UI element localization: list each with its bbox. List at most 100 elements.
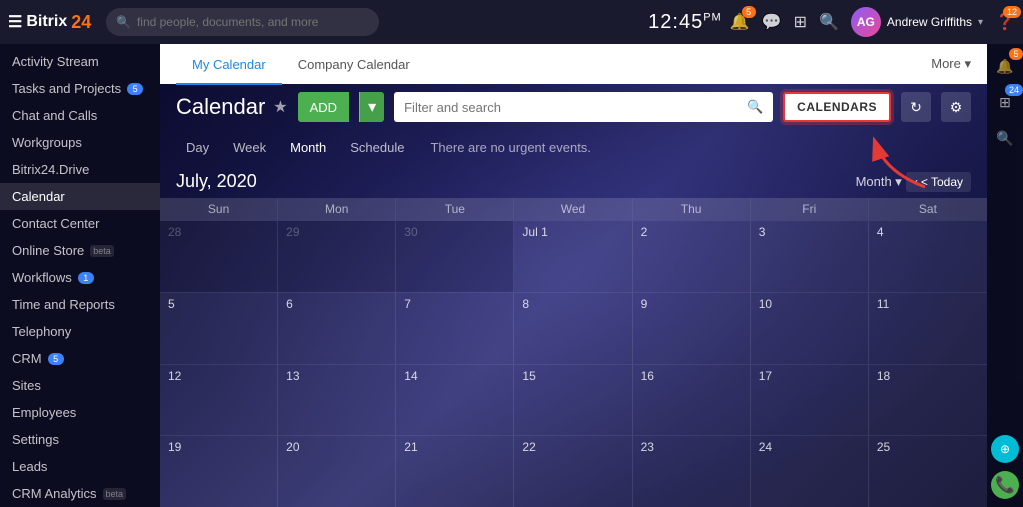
cal-cell[interactable]: 13: [278, 365, 396, 436]
sidebar-item-workgroups[interactable]: Workgroups: [0, 129, 160, 156]
view-week[interactable]: Week: [223, 136, 276, 159]
cal-cell[interactable]: 9: [633, 293, 751, 364]
cal-cell[interactable]: 19: [160, 436, 278, 507]
month-select[interactable]: Month ▾: [856, 174, 902, 190]
cal-cell[interactable]: 8: [514, 293, 632, 364]
cal-cell[interactable]: 14: [396, 365, 514, 436]
help-icon[interactable]: ❓ 12: [995, 12, 1015, 32]
filter-input[interactable]: [404, 100, 741, 115]
cal-cell[interactable]: 7: [396, 293, 514, 364]
cal-cell[interactable]: 29: [278, 221, 396, 292]
sidebar-item-workflows[interactable]: Workflows 1: [0, 264, 160, 291]
global-search[interactable]: 🔍: [106, 8, 379, 36]
sidebar-item-bitrix24.drive[interactable]: Bitrix24.Drive: [0, 156, 160, 183]
sidebar-item-chat-and-calls[interactable]: Chat and Calls: [0, 102, 160, 129]
cal-cell[interactable]: 20: [278, 436, 396, 507]
tab-my-calendar[interactable]: My Calendar: [176, 45, 282, 85]
bell-icon[interactable]: 🔔 5: [730, 12, 750, 32]
star-icon[interactable]: ★: [273, 97, 287, 117]
tab-company-calendar[interactable]: Company Calendar: [282, 45, 426, 85]
filter-search-bar[interactable]: 🔍: [394, 92, 773, 122]
cal-cell[interactable]: 2: [633, 221, 751, 292]
hamburger-icon[interactable]: ☰: [8, 12, 22, 32]
right-search-icon[interactable]: 🔍: [991, 124, 1019, 152]
sidebar-item-sites[interactable]: Sites: [0, 372, 160, 399]
cal-cell[interactable]: 28: [160, 221, 278, 292]
cal-cell[interactable]: 18: [869, 365, 987, 436]
week-2: 12 131415 16 17 18: [160, 364, 987, 436]
right-green-button[interactable]: 📞: [991, 471, 1019, 499]
grid-icon[interactable]: ⊞: [794, 12, 807, 32]
cal-cell[interactable]: 24: [751, 436, 869, 507]
sidebar-label: Workgroups: [12, 135, 82, 150]
day-number: 23: [641, 440, 654, 454]
right-teal-button[interactable]: ⊕: [991, 435, 1019, 463]
cal-cell[interactable]: 4: [869, 221, 987, 292]
cal-cell[interactable]: 10: [751, 293, 869, 364]
view-schedule[interactable]: Schedule: [340, 136, 414, 159]
calendar-title: Calendar ★: [176, 94, 288, 120]
right-bitrix-badge: 24: [1005, 84, 1023, 96]
add-dropdown[interactable]: ▾: [359, 92, 384, 122]
cal-cell[interactable]: 11: [869, 293, 987, 364]
settings-button[interactable]: ⚙: [941, 92, 971, 122]
search-global-icon[interactable]: 🔍: [819, 12, 839, 32]
days-header: SunMonTueWedThuFriSat: [160, 198, 987, 220]
day-number: 12: [168, 369, 181, 383]
cal-cell[interactable]: 25: [869, 436, 987, 507]
day-number: 4: [877, 225, 884, 239]
sidebar-label: Bitrix24.Drive: [12, 162, 89, 177]
cal-cell[interactable]: 16: [633, 365, 751, 436]
sidebar-item-online-store[interactable]: Online Store beta: [0, 237, 160, 264]
user-area[interactable]: AG Andrew Griffiths ▾: [851, 7, 983, 37]
search-input[interactable]: [137, 15, 369, 29]
day-number: 3: [759, 225, 766, 239]
cal-cell[interactable]: 12: [160, 365, 278, 436]
view-day[interactable]: Day: [176, 136, 219, 159]
beta-badge: beta: [90, 245, 114, 257]
day-number: 16: [641, 369, 654, 383]
day-number: 18: [877, 369, 890, 383]
cal-cell[interactable]: Jul 1: [514, 221, 632, 292]
more-button[interactable]: More ▾: [931, 56, 971, 72]
calendars-button[interactable]: CALENDARS: [783, 92, 891, 122]
sidebar-label: Telephony: [12, 324, 71, 339]
cal-cell[interactable]: 5: [160, 293, 278, 364]
cal-cell[interactable]: 21: [396, 436, 514, 507]
chat-icon[interactable]: 💬: [762, 12, 782, 32]
help-badge: 12: [1003, 6, 1021, 18]
right-notifications-badge: 5: [1009, 48, 1023, 60]
topbar: ☰ Bitrix 24 🔍 12:45PM 🔔 5 💬 ⊞ 🔍 AG Andre…: [0, 0, 1023, 44]
sidebar-item-employees[interactable]: Employees: [0, 399, 160, 426]
user-name: Andrew Griffiths: [887, 15, 972, 29]
sidebar-item-settings[interactable]: Settings: [0, 426, 160, 453]
sidebar-item-tasks-and-projects[interactable]: Tasks and Projects 5: [0, 75, 160, 102]
sidebar-item-telephony[interactable]: Telephony: [0, 318, 160, 345]
sidebar-label: Time and Reports: [12, 297, 115, 312]
sidebar-item-calendar[interactable]: Calendar: [0, 183, 160, 210]
sidebar: Activity StreamTasks and Projects 5Chat …: [0, 44, 160, 507]
right-bitrix-icon[interactable]: ⊞ 24: [991, 88, 1019, 116]
right-notifications-icon[interactable]: 🔔 5: [991, 52, 1019, 80]
sidebar-item-contact-center[interactable]: Contact Center: [0, 210, 160, 237]
cal-cell[interactable]: 3: [751, 221, 869, 292]
sidebar-badge: 5: [127, 83, 143, 95]
view-month[interactable]: Month: [280, 136, 336, 159]
cal-cell[interactable]: 23: [633, 436, 751, 507]
sidebar-item-crm-analytics[interactable]: CRM Analytics beta: [0, 480, 160, 507]
cal-cell[interactable]: 30: [396, 221, 514, 292]
nav-prev-button[interactable]: ‹ < Today: [906, 172, 971, 192]
sidebar-item-activity-stream[interactable]: Activity Stream: [0, 48, 160, 75]
sidebar-item-crm[interactable]: CRM 5: [0, 345, 160, 372]
sidebar-item-time-and-reports[interactable]: Time and Reports: [0, 291, 160, 318]
clock: 12:45PM: [648, 11, 722, 34]
add-button[interactable]: ADD: [298, 92, 349, 122]
sidebar-label: Employees: [12, 405, 76, 420]
cal-cell[interactable]: 22: [514, 436, 632, 507]
sidebar-label: Leads: [12, 459, 47, 474]
cal-cell[interactable]: 6: [278, 293, 396, 364]
cal-cell[interactable]: 15: [514, 365, 632, 436]
cal-cell[interactable]: 17: [751, 365, 869, 436]
sidebar-item-leads[interactable]: Leads: [0, 453, 160, 480]
refresh-button[interactable]: ↻: [901, 92, 931, 122]
